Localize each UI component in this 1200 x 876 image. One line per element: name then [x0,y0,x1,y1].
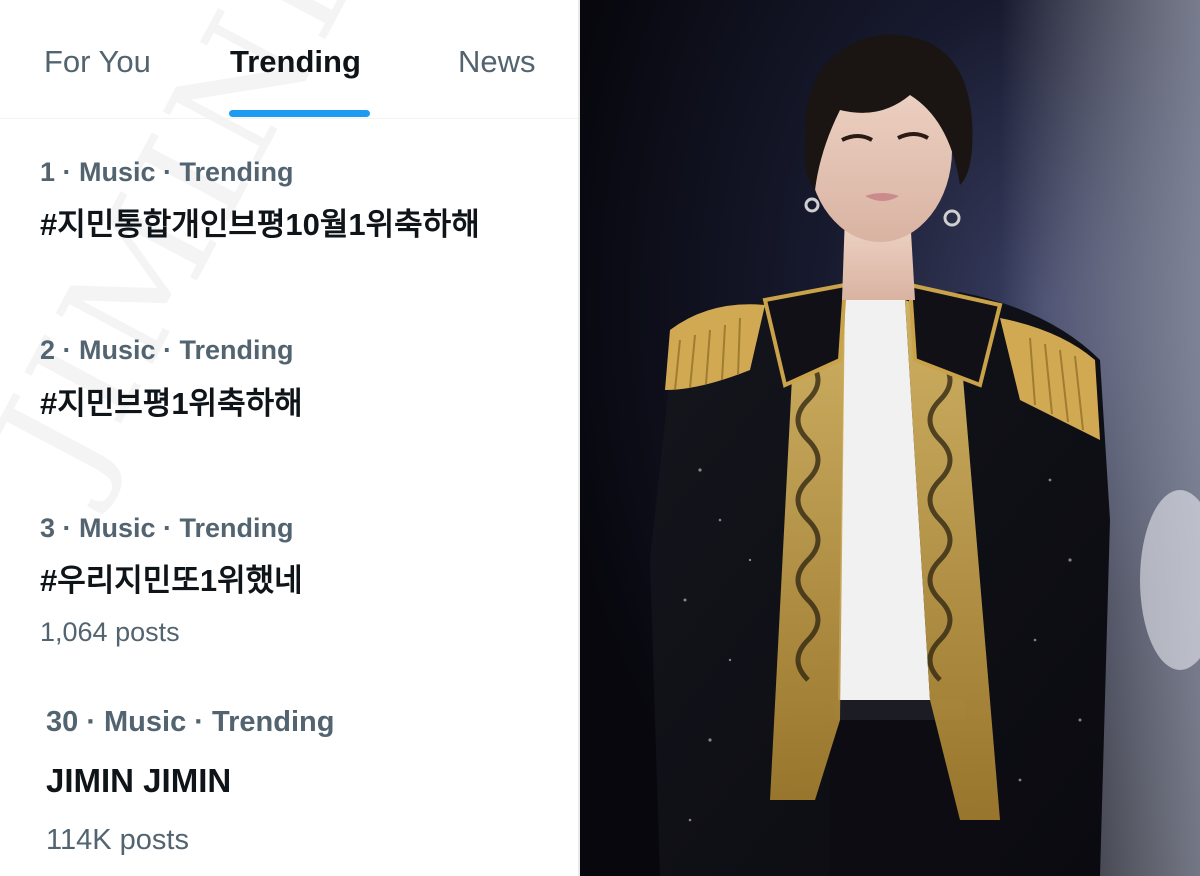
trend-title: #지민통합개인브평10월1위축하해 [40,207,480,242]
trend-meta: 30 · Music · Trending [46,706,335,738]
trend-post-count: 114K posts [46,824,189,856]
tab-trending[interactable]: Trending [230,44,361,80]
trend-meta: 2 · Music · Trending [40,335,294,365]
tab-news[interactable]: News [458,44,536,80]
tab-for-you[interactable]: For You [44,44,151,80]
trend-item[interactable]: 1 · Music · Trending #지민통합개인브평10월1위축하해 [0,150,578,270]
trend-item[interactable]: 30 · Music · Trending JIMIN JIMIN 114K p… [0,700,578,870]
performer-photo [580,0,1200,876]
trend-title: JIMIN JIMIN [46,762,232,799]
screenshot-composite: JIMINDATA For You Trending News 1 · Musi… [0,0,1200,876]
trend-title: #지민브평1위축하해 [40,386,303,421]
trend-item[interactable]: 2 · Music · Trending #지민브평1위축하해 [0,330,578,450]
performer-illustration [580,0,1200,876]
trend-title: #우리지민또1위했네 [40,563,303,598]
trend-meta: 3 · Music · Trending [40,513,294,543]
explore-tabs: For You Trending News [0,0,578,119]
trend-meta: 1 · Music · Trending [40,157,294,187]
trend-post-count: 1,064 posts [40,617,180,647]
active-tab-indicator [229,110,370,117]
explore-trending-panel: JIMINDATA For You Trending News 1 · Musi… [0,0,580,876]
trend-item[interactable]: 3 · Music · Trending #우리지민또1위했네 1,064 po… [0,510,578,660]
